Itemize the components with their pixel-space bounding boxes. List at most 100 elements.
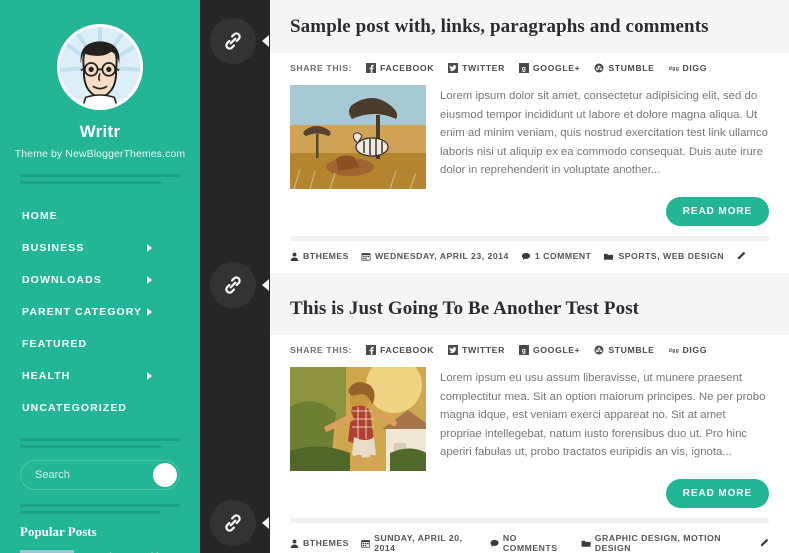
svg-text:g: g xyxy=(522,348,527,355)
twitter-icon xyxy=(448,63,459,73)
share-digg[interactable]: dgg DIGG xyxy=(669,63,708,73)
folder-icon xyxy=(604,253,614,260)
sidebar-item-label: HEALTH xyxy=(22,370,71,382)
search-box[interactable] xyxy=(20,460,180,490)
post-excerpt: Lorem ipsum eu usu assum liberavisse, ut… xyxy=(440,372,766,458)
share-digg[interactable]: dgg DIGG xyxy=(669,345,708,355)
sidebar-item-home[interactable]: HOME xyxy=(0,200,200,232)
divider-line xyxy=(20,181,161,184)
post-format-link-3[interactable] xyxy=(210,500,256,546)
folder-icon xyxy=(581,540,591,547)
meta-date: WEDNESDAY, APRIL 23, 2014 xyxy=(361,251,509,261)
share-facebook[interactable]: FACEBOOK xyxy=(366,63,434,73)
meta-comments-text: NO COMMENTS xyxy=(502,533,558,553)
chevron-right-icon xyxy=(147,276,152,284)
meta-edit[interactable] xyxy=(759,538,769,548)
read-more-button[interactable]: READ MORE xyxy=(665,197,769,226)
post-meta: BTHEMES WEDNESDAY, APRIL 23, 2014 1 COMM… xyxy=(270,241,789,273)
link-icon xyxy=(225,32,241,50)
search-button[interactable] xyxy=(153,463,177,487)
chevron-right-icon xyxy=(147,308,152,316)
sidebar-item-label: FEATURED xyxy=(22,338,88,350)
sidebar-item-business[interactable]: BUSINESS xyxy=(0,232,200,264)
comment-icon xyxy=(490,539,499,547)
facebook-icon xyxy=(366,63,377,73)
post-format-link-1[interactable] xyxy=(210,18,256,64)
search-widget xyxy=(20,460,180,490)
share-label-text: STUMBLE xyxy=(608,345,655,355)
sidebar-divider-mid xyxy=(20,438,180,448)
post-title[interactable]: Sample post with, links, paragraphs and … xyxy=(290,16,769,38)
digg-icon: dgg xyxy=(669,66,679,72)
meta-categories[interactable]: GRAPHIC DESIGN, MOTION DESIGN xyxy=(581,533,747,553)
link-icon xyxy=(225,514,241,532)
stumbleupon-icon xyxy=(594,345,604,355)
divider-line xyxy=(20,445,161,448)
post-meta: BTHEMES SUNDAY, APRIL 20, 2014 NO COMMEN… xyxy=(270,523,789,553)
share-label: SHARE THIS: xyxy=(290,345,353,355)
sidebar-item-parent-category[interactable]: PARENT CATEGORY xyxy=(0,296,200,328)
post-thumbnail[interactable] xyxy=(290,85,426,189)
meta-categories[interactable]: SPORTS, WEB DESIGN xyxy=(603,251,724,261)
sidebar-item-health[interactable]: HEALTH xyxy=(0,360,200,392)
share-label-text: DIGG xyxy=(682,63,708,73)
post-header: Sample post with, links, paragraphs and … xyxy=(270,0,789,53)
meta-date-text: WEDNESDAY, APRIL 23, 2014 xyxy=(374,251,509,261)
link-icon xyxy=(225,276,241,294)
meta-comments-text: 1 COMMENT xyxy=(534,251,592,261)
post-header: This is Just Going To Be Another Test Po… xyxy=(270,282,789,335)
meta-author[interactable]: BTHEMES xyxy=(290,251,349,261)
sidebar-item-featured[interactable]: FEATURED xyxy=(0,328,200,360)
post-thumbnail[interactable] xyxy=(290,367,426,471)
savanna-image xyxy=(290,85,426,189)
sidebar-item-downloads[interactable]: DOWNLOADS xyxy=(0,264,200,296)
meta-edit[interactable] xyxy=(736,251,746,261)
meta-categories-text: SPORTS, WEB DESIGN xyxy=(618,251,725,261)
svg-text:dgg: dgg xyxy=(669,66,679,72)
user-icon xyxy=(290,252,299,261)
avatar-illustration xyxy=(60,27,140,107)
sidebar-item-uncategorized[interactable]: UNCATEGORIZED xyxy=(0,392,200,424)
sidebar-item-label: UNCATEGORIZED xyxy=(22,402,128,414)
share-bar: SHARE THIS: FACEBOOK TWITTER g GOOGLE+ S… xyxy=(270,53,789,79)
meta-categories-text: GRAPHIC DESIGN, MOTION DESIGN xyxy=(594,533,722,553)
rail-pointer xyxy=(262,35,269,47)
post-format-link-2[interactable] xyxy=(210,262,256,308)
share-label-text: GOOGLE+ xyxy=(532,63,581,73)
page-root: Writr Theme by NewBloggerThemes.com HOME… xyxy=(0,0,789,553)
calendar-icon xyxy=(361,252,371,261)
comment-icon xyxy=(521,252,530,260)
share-label-text: FACEBOOK xyxy=(380,63,435,73)
stumbleupon-icon xyxy=(594,63,604,73)
read-more-row: READ MORE xyxy=(270,189,789,226)
meta-author[interactable]: BTHEMES xyxy=(290,538,349,548)
divider-line xyxy=(20,511,161,514)
share-bar: SHARE THIS: FACEBOOK TWITTER g GOOGLE+ S… xyxy=(270,335,789,361)
share-googleplus[interactable]: g GOOGLE+ xyxy=(518,63,581,73)
post-list: Sample post with, links, paragraphs and … xyxy=(270,0,789,553)
read-more-row: READ MORE xyxy=(270,471,789,508)
share-stumble[interactable]: STUMBLE xyxy=(594,63,654,73)
post-format-rail xyxy=(200,0,270,553)
share-twitter[interactable]: TWITTER xyxy=(448,63,505,73)
read-more-button[interactable]: READ MORE xyxy=(665,479,769,508)
post-title[interactable]: This is Just Going To Be Another Test Po… xyxy=(290,298,769,320)
googleplus-icon: g xyxy=(518,63,529,73)
popular-posts-heading: Popular Posts xyxy=(20,524,97,539)
facebook-icon xyxy=(366,345,377,355)
sidebar: Writr Theme by NewBloggerThemes.com HOME… xyxy=(0,0,200,553)
share-facebook[interactable]: FACEBOOK xyxy=(366,345,434,355)
share-twitter[interactable]: TWITTER xyxy=(448,345,505,355)
share-googleplus[interactable]: g GOOGLE+ xyxy=(518,345,580,355)
post-article: This is Just Going To Be Another Test Po… xyxy=(270,282,789,553)
share-stumble[interactable]: STUMBLE xyxy=(594,345,654,355)
share-label-text: FACEBOOK xyxy=(380,345,435,355)
meta-comments[interactable]: 1 COMMENT xyxy=(521,251,592,261)
pencil-icon xyxy=(737,251,746,260)
share-label-text: STUMBLE xyxy=(608,63,655,73)
post-gap xyxy=(270,273,789,282)
divider-line xyxy=(20,504,180,507)
rail-pointer xyxy=(262,279,269,291)
avatar-wrap xyxy=(0,0,200,110)
meta-comments[interactable]: NO COMMENTS xyxy=(490,533,569,553)
